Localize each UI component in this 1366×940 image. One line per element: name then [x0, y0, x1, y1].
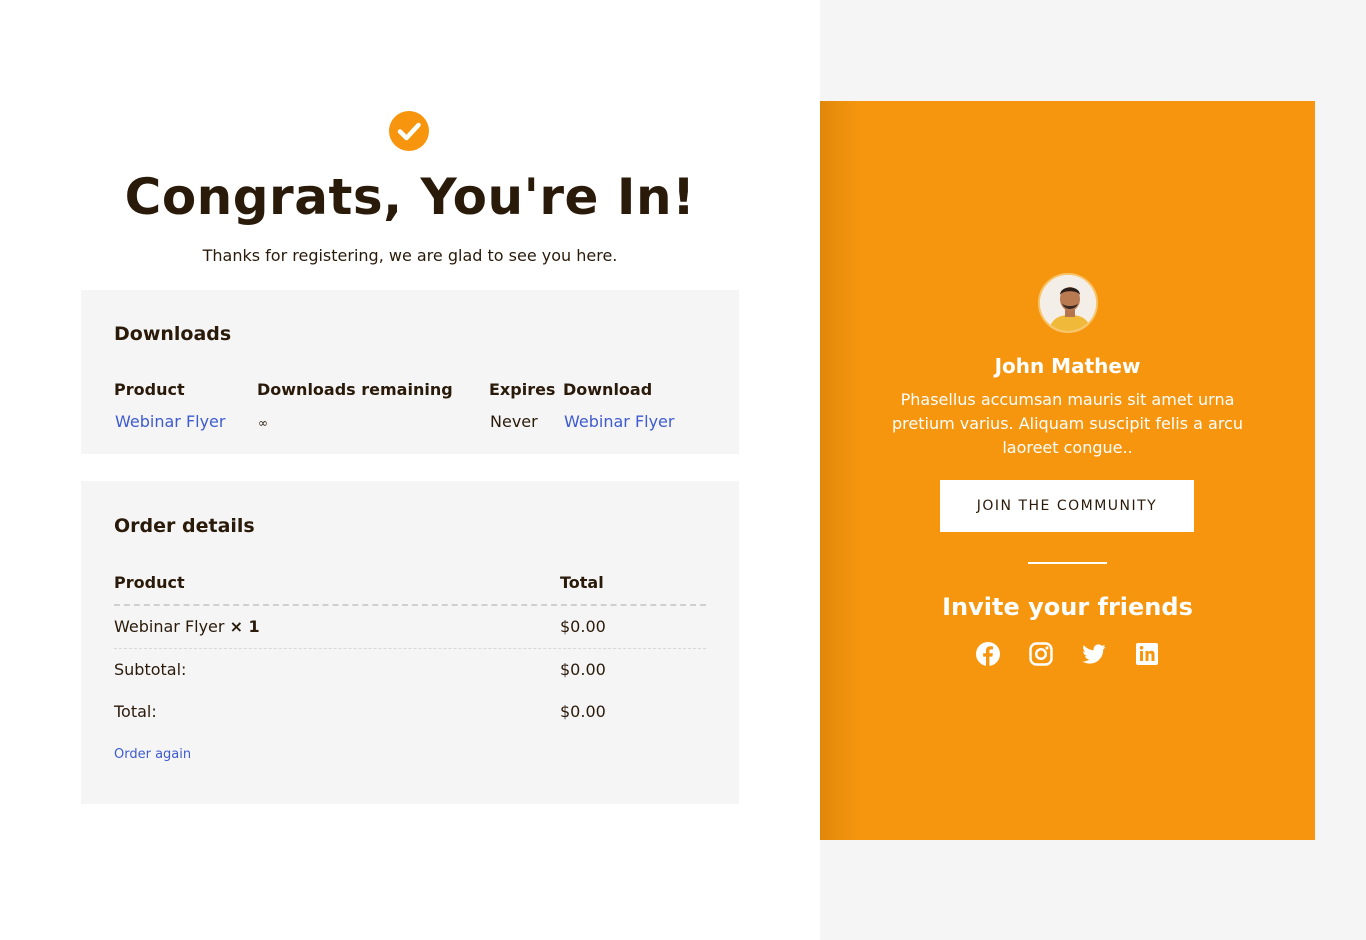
col-total: Total [560, 573, 604, 592]
page-title: Congrats, You're In! [124, 168, 696, 226]
profile-name: John Mathew [994, 354, 1141, 378]
col-product: Product [114, 380, 185, 399]
main-content: Congrats, You're In! Thanks for register… [0, 0, 820, 940]
order-item-total: $0.00 [560, 617, 606, 636]
avatar [1038, 273, 1098, 333]
community-panel: John Mathew Phasellus accumsan mauris si… [820, 101, 1315, 840]
order-details-card: Order details Product Total Webinar Flye… [81, 481, 739, 804]
col-expires: Expires [489, 380, 556, 399]
total-label: Total: [114, 702, 157, 721]
check-circle-icon [389, 111, 429, 151]
facebook-icon[interactable] [975, 641, 1001, 667]
join-community-button[interactable]: JOIN THE COMMUNITY [940, 480, 1194, 532]
order-item-link[interactable]: Webinar Flyer [114, 617, 224, 636]
order-item-quantity: × 1 [229, 617, 260, 636]
subtotal-label: Subtotal: [114, 660, 187, 679]
invite-heading: Invite your friends [942, 593, 1193, 621]
col-product: Product [114, 573, 185, 592]
order-again-link[interactable]: Order again [114, 747, 191, 762]
instagram-icon[interactable] [1028, 641, 1054, 667]
row-divider [114, 648, 706, 649]
downloads-card: Downloads Product Downloads remaining Ex… [81, 290, 739, 454]
expires-value: Never [490, 412, 538, 431]
divider [1028, 562, 1107, 564]
col-download: Download [563, 380, 653, 399]
total-value: $0.00 [560, 702, 606, 721]
order-details-heading: Order details [114, 515, 255, 537]
linkedin-icon[interactable] [1134, 641, 1160, 667]
page-subtitle: Thanks for registering, we are glad to s… [202, 246, 618, 265]
download-product-link[interactable]: Webinar Flyer [115, 412, 225, 431]
download-file-link[interactable]: Webinar Flyer [564, 412, 674, 431]
subtotal-value: $0.00 [560, 660, 606, 679]
downloads-remaining-value: ∞ [258, 416, 268, 430]
twitter-icon[interactable] [1081, 641, 1107, 667]
profile-bio: Phasellus accumsan mauris sit amet urna … [892, 390, 1243, 457]
downloads-heading: Downloads [114, 323, 232, 345]
header-divider [114, 604, 706, 606]
col-downloads-remaining: Downloads remaining [257, 380, 453, 399]
